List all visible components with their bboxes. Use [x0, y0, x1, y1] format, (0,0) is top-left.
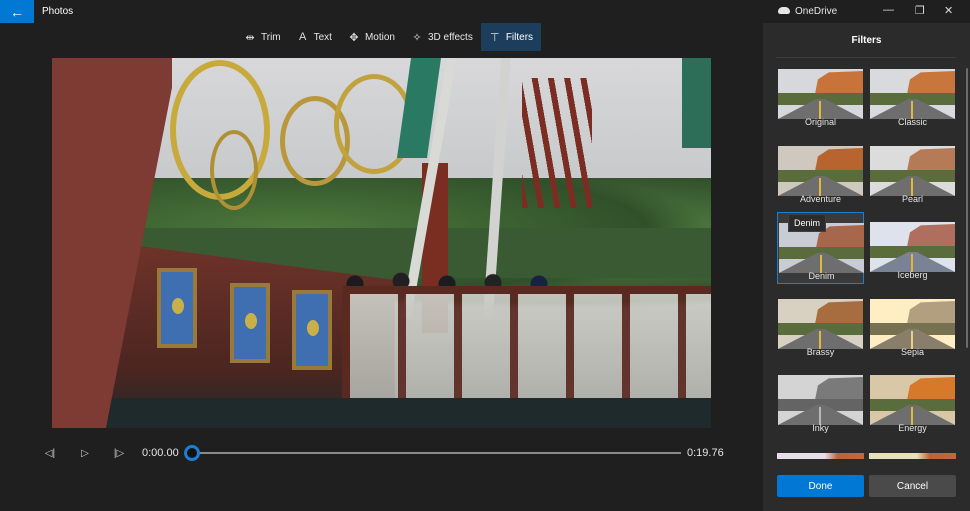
done-button[interactable]: Done — [777, 475, 864, 497]
tab-text[interactable]: A Text — [289, 23, 340, 51]
text-icon: A — [298, 31, 307, 43]
total-time: 0:19.76 — [687, 447, 724, 459]
filter-thumbnail — [870, 299, 955, 349]
boat-shield — [157, 268, 197, 348]
boat-shield — [292, 290, 332, 370]
filter-label: Inky — [812, 423, 829, 433]
trim-icon: ⇹ — [245, 31, 255, 44]
filter-label: Original — [804, 117, 836, 127]
filter-thumbnail — [870, 222, 955, 272]
filter-label: Sepia — [900, 347, 925, 357]
tab-3d-effects-label: 3D effects — [427, 31, 473, 43]
filter-thumbnail — [778, 146, 863, 196]
filter-thumbnail — [870, 146, 955, 196]
restore-icon: ❐ — [915, 5, 925, 17]
filter-thumbnail — [778, 299, 863, 349]
play-button[interactable]: ▷ — [78, 446, 92, 460]
filters-icon: ⊤ — [490, 31, 500, 44]
window-title: OneDrive — [795, 6, 838, 17]
filter-option-energy[interactable]: Energy — [869, 365, 956, 437]
cloud-icon — [778, 7, 790, 14]
filter-option-iceberg[interactable]: Iceberg — [869, 212, 956, 284]
filter-option-adventure[interactable]: Adventure — [777, 136, 864, 208]
cancel-button[interactable]: Cancel — [869, 475, 956, 497]
boat-shield — [230, 283, 270, 363]
filter-thumbnail — [870, 69, 955, 119]
filters-panel-title: Filters — [851, 35, 882, 46]
current-time: 0:00.00 — [142, 447, 179, 459]
tab-3d-effects[interactable]: ✧ 3D effects — [403, 23, 481, 51]
ride-beam — [682, 58, 711, 148]
filter-thumbnail — [778, 375, 863, 425]
previous-frame-button[interactable]: ◁| — [43, 446, 57, 460]
filter-thumbnail-partial[interactable] — [869, 453, 956, 459]
filter-thumbnail-partial[interactable] — [777, 453, 864, 459]
minimize-button[interactable]: — — [883, 4, 894, 16]
previous-frame-icon: ◁| — [44, 447, 56, 459]
app-title: Photos — [42, 6, 74, 17]
editor-toolbar: ⇹ Trim A Text ✥ Motion ✧ 3D effects ⊤ Fi… — [236, 23, 542, 51]
filter-option-sepia[interactable]: Sepia — [869, 289, 956, 361]
filter-option-classic[interactable]: Classic — [869, 59, 956, 131]
coaster-loop — [210, 130, 258, 210]
arrow-left-icon: ← — [10, 3, 24, 20]
filter-label: Classic — [897, 117, 927, 127]
restore-button[interactable]: ❐ — [915, 4, 925, 17]
filter-thumbnail — [870, 375, 955, 425]
play-icon: ▷ — [81, 447, 89, 459]
filter-label: Iceberg — [897, 270, 928, 280]
tab-motion[interactable]: ✥ Motion — [340, 23, 403, 51]
filter-thumbnail — [778, 69, 863, 119]
tab-motion-label: Motion — [364, 31, 395, 43]
filter-option-original[interactable]: Original — [777, 59, 864, 131]
tab-trim-label: Trim — [261, 31, 281, 43]
tab-trim[interactable]: ⇹ Trim — [236, 23, 289, 51]
seek-bar[interactable] — [192, 452, 681, 454]
panel-divider — [776, 57, 956, 58]
filter-label: Energy — [898, 423, 927, 433]
close-icon: ✕ — [944, 5, 954, 17]
filter-tooltip: Denim — [788, 214, 827, 232]
next-frame-button[interactable]: |▷ — [112, 446, 126, 460]
next-frame-icon: |▷ — [113, 447, 125, 459]
fence-rail — [342, 286, 711, 294]
filter-label: Pearl — [901, 194, 923, 204]
minimize-icon: — — [883, 4, 894, 16]
back-button[interactable]: ← — [0, 0, 34, 23]
tab-text-label: Text — [313, 31, 332, 43]
close-button[interactable]: ✕ — [944, 4, 953, 17]
seek-thumb[interactable] — [184, 445, 200, 461]
filter-option-inky[interactable]: Inky — [777, 365, 864, 437]
video-preview — [52, 58, 711, 428]
filter-option-pearl[interactable]: Pearl — [869, 136, 956, 208]
filters-scrollbar[interactable] — [966, 68, 968, 348]
filter-label: Brassy — [806, 347, 835, 357]
motion-icon: ✥ — [349, 31, 359, 44]
coaster-structure — [522, 78, 592, 208]
tab-filters[interactable]: ⊤ Filters — [480, 23, 542, 51]
filter-option-brassy[interactable]: Brassy — [777, 289, 864, 361]
tab-filters-label: Filters — [505, 31, 534, 43]
3d-effects-icon: ✧ — [412, 31, 422, 44]
filter-label: Adventure — [799, 194, 842, 204]
filter-label: Denim — [808, 271, 835, 281]
video-ground — [52, 398, 711, 428]
